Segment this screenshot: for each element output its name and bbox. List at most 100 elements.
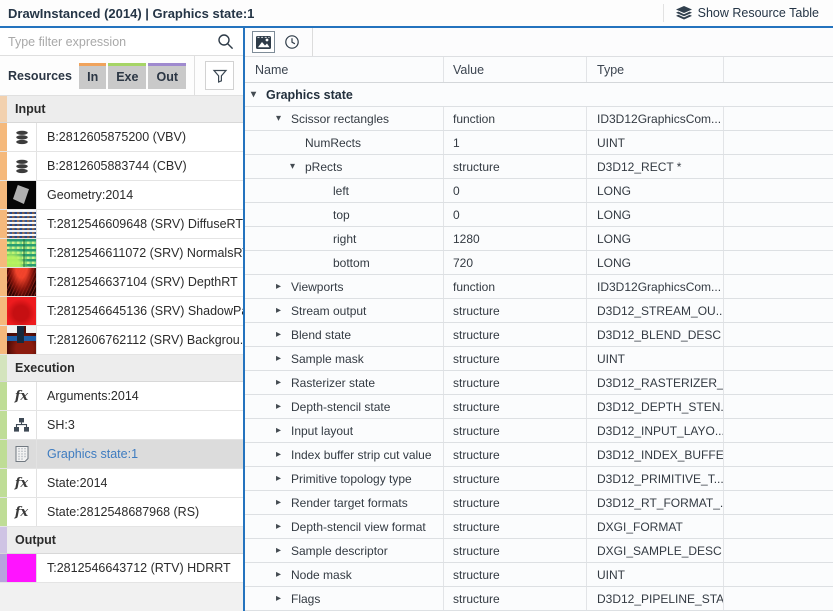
table-row[interactable]: ▸Render target formatsstructureD3D12_RT_… xyxy=(245,491,833,515)
value-cell: structure xyxy=(444,443,587,466)
type-cell: LONG xyxy=(587,251,724,274)
value-cell: structure xyxy=(444,515,587,538)
table-row[interactable]: NumRects1UINT xyxy=(245,131,833,155)
state-panel: Name Value Type ▾Graphics state▾Scissor … xyxy=(245,28,833,611)
item-icon-cell xyxy=(7,297,37,325)
search-icon[interactable] xyxy=(213,33,243,50)
row-name: Viewports xyxy=(291,280,343,294)
expander-closed-icon[interactable]: ▸ xyxy=(276,545,291,556)
expander-closed-icon[interactable]: ▸ xyxy=(276,281,291,292)
show-resource-table-button[interactable]: Show Resource Table xyxy=(663,4,827,22)
extra-cell xyxy=(724,227,833,250)
table-row[interactable]: ▾Graphics state xyxy=(245,83,833,107)
table-row[interactable]: ▸ViewportsfunctionID3D12GraphicsCom... xyxy=(245,275,833,299)
type-cell: D3D12_BLEND_DESC xyxy=(587,323,724,346)
list-item[interactable]: T:2812546637104 (SRV) DepthRT xyxy=(0,268,243,297)
in-filter-button[interactable]: In xyxy=(79,63,106,89)
expander-closed-icon[interactable]: ▸ xyxy=(276,593,291,604)
table-row[interactable]: ▸FlagsstructureD3D12_PIPELINE_STA... xyxy=(245,587,833,611)
section-label: Execution xyxy=(7,361,75,375)
list-item[interactable]: Graphics state:1 xyxy=(0,440,243,469)
table-row[interactable]: left0LONG xyxy=(245,179,833,203)
value-cell: structure xyxy=(444,587,587,610)
column-header-type[interactable]: Type xyxy=(587,57,724,82)
expander-open-icon[interactable]: ▾ xyxy=(251,89,266,100)
table-row[interactable]: right1280LONG xyxy=(245,227,833,251)
table-row[interactable]: ▾Scissor rectanglesfunctionID3D12Graphic… xyxy=(245,107,833,131)
filter-input[interactable] xyxy=(0,35,213,49)
value-cell: structure xyxy=(444,539,587,562)
extra-cell xyxy=(724,155,833,178)
section-stripe xyxy=(0,411,7,439)
filter-funnel-button[interactable] xyxy=(205,61,234,90)
table-row[interactable]: ▸Blend statestructureD3D12_BLEND_DESC xyxy=(245,323,833,347)
expander-closed-icon[interactable]: ▸ xyxy=(276,425,291,436)
expander-closed-icon[interactable]: ▸ xyxy=(276,473,291,484)
expander-closed-icon[interactable]: ▸ xyxy=(276,401,291,412)
list-item[interactable]: fxState:2014 xyxy=(0,469,243,498)
type-cell: D3D12_STREAM_OU... xyxy=(587,299,724,322)
expander-closed-icon[interactable]: ▸ xyxy=(276,497,291,508)
out-filter-button[interactable]: Out xyxy=(148,63,186,89)
row-name: top xyxy=(333,208,350,222)
list-item[interactable]: T:2812546609648 (SRV) DiffuseRT xyxy=(0,210,243,239)
type-cell: LONG xyxy=(587,203,724,226)
exe-filter-button[interactable]: Exe xyxy=(108,63,146,89)
table-row[interactable]: ▸Sample descriptorstructureDXGI_SAMPLE_D… xyxy=(245,539,833,563)
expander-closed-icon[interactable]: ▸ xyxy=(276,353,291,364)
expander-closed-icon[interactable]: ▸ xyxy=(276,377,291,388)
extra-cell xyxy=(724,539,833,562)
expander-open-icon[interactable]: ▾ xyxy=(276,113,291,124)
list-item[interactable]: Geometry:2014 xyxy=(0,181,243,210)
extra-cell xyxy=(724,179,833,202)
type-cell: D3D12_RASTERIZER_... xyxy=(587,371,724,394)
expander-closed-icon[interactable]: ▸ xyxy=(276,305,291,316)
list-item[interactable]: fxState:2812548687968 (RS) xyxy=(0,498,243,527)
value-cell: 0 xyxy=(444,179,587,202)
table-row[interactable]: ▾pRectsstructure D3D12_RECT * xyxy=(245,155,833,179)
list-item[interactable]: T:2812546611072 (SRV) NormalsRT xyxy=(0,239,243,268)
table-row[interactable]: ▸Input layoutstructureD3D12_INPUT_LAYO..… xyxy=(245,419,833,443)
list-item[interactable]: SH:3 xyxy=(0,411,243,440)
expander-closed-icon[interactable]: ▸ xyxy=(276,329,291,340)
list-item[interactable]: T:2812546645136 (SRV) ShadowPa... xyxy=(0,297,243,326)
section-stripe xyxy=(0,498,7,526)
value-cell: structure xyxy=(444,491,587,514)
column-header-value[interactable]: Value xyxy=(444,57,587,82)
list-item[interactable]: T:2812546643712 (RTV) HDRRT xyxy=(0,554,243,583)
list-item[interactable]: T:2812606762112 (SRV) Backgrou... xyxy=(0,326,243,355)
list-item[interactable]: fxArguments:2014 xyxy=(0,382,243,411)
history-view-button[interactable] xyxy=(280,31,303,53)
item-icon-cell xyxy=(7,411,37,439)
table-row[interactable]: ▸Rasterizer statestructureD3D12_RASTERIZ… xyxy=(245,371,833,395)
name-cell: ▸Render target formats xyxy=(245,491,444,514)
column-header-name[interactable]: Name xyxy=(245,57,444,82)
item-label: T:2812546645136 (SRV) ShadowPa... xyxy=(37,297,243,325)
table-row[interactable]: bottom720LONG xyxy=(245,251,833,275)
image-view-button[interactable] xyxy=(252,31,275,53)
expander-closed-icon[interactable]: ▸ xyxy=(276,449,291,460)
expander-closed-icon[interactable]: ▸ xyxy=(276,521,291,532)
section-stripe xyxy=(0,326,7,354)
item-icon-cell: fx xyxy=(7,382,37,410)
row-name: Depth-stencil state xyxy=(291,400,390,414)
list-item[interactable]: B:2812605883744 (CBV) xyxy=(0,152,243,181)
list-item[interactable]: B:2812605875200 (VBV) xyxy=(0,123,243,152)
table-row[interactable]: ▸Index buffer strip cut valuestructureD3… xyxy=(245,443,833,467)
row-name: Primitive topology type xyxy=(291,472,412,486)
name-cell: ▾pRects xyxy=(245,155,444,178)
table-row[interactable]: ▸Sample maskstructureUINT xyxy=(245,347,833,371)
depth-thumbnail xyxy=(7,268,36,296)
table-row[interactable]: ▸Depth-stencil view formatstructureDXGI_… xyxy=(245,515,833,539)
expander-closed-icon[interactable]: ▸ xyxy=(276,569,291,580)
table-row[interactable]: ▸Stream outputstructureD3D12_STREAM_OU..… xyxy=(245,299,833,323)
hdr-thumbnail xyxy=(7,554,36,582)
value-cell: 1 xyxy=(444,131,587,154)
table-row[interactable]: ▸Node maskstructureUINT xyxy=(245,563,833,587)
table-row[interactable]: top0LONG xyxy=(245,203,833,227)
table-row[interactable]: ▸Depth-stencil statestructureD3D12_DEPTH… xyxy=(245,395,833,419)
name-cell: ▸Stream output xyxy=(245,299,444,322)
filter-row xyxy=(0,28,243,56)
expander-open-icon[interactable]: ▾ xyxy=(290,161,305,172)
table-row[interactable]: ▸Primitive topology typestructureD3D12_P… xyxy=(245,467,833,491)
